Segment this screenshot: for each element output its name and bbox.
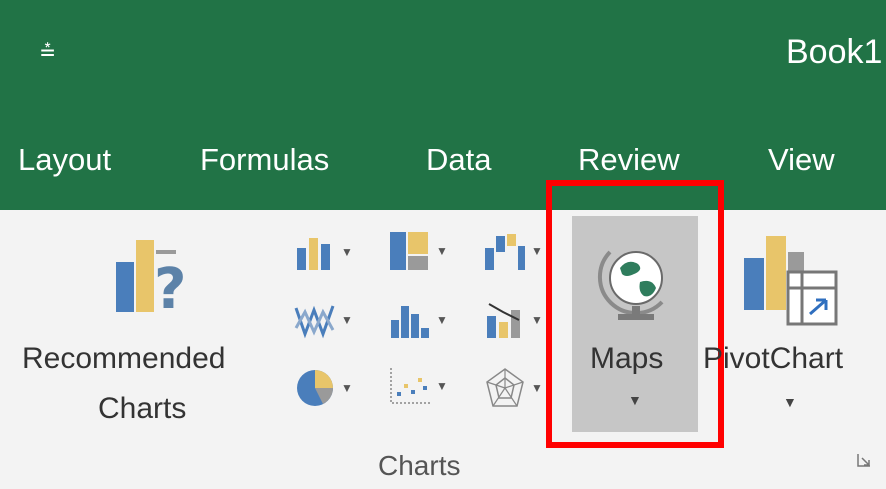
recommended-charts-label-line1: Recommended bbox=[22, 342, 226, 375]
hierarchy-chart-icon bbox=[390, 232, 428, 270]
insert-radar-chart-button[interactable]: ▼ bbox=[483, 366, 543, 410]
chevron-down-icon: ▼ bbox=[531, 313, 543, 327]
window-title: Book1 bbox=[786, 33, 883, 71]
title-bar bbox=[0, 0, 886, 118]
dialog-launcher-icon[interactable] bbox=[856, 452, 872, 468]
svg-text:?: ? bbox=[154, 257, 186, 316]
radar-chart-icon bbox=[486, 368, 524, 407]
chevron-down-icon: ▼ bbox=[436, 379, 448, 393]
insert-column-chart-button[interactable]: ▼ bbox=[293, 232, 353, 272]
pie-chart-icon bbox=[297, 370, 333, 406]
column-chart-icon bbox=[297, 238, 330, 270]
recommended-charts-icon: ? bbox=[116, 240, 186, 316]
chevron-down-icon: ▼ bbox=[436, 313, 448, 327]
tab-data[interactable]: Data bbox=[426, 140, 491, 180]
chevron-down-icon: ▼ bbox=[783, 394, 797, 410]
pivotchart-label: PivotChart bbox=[703, 342, 844, 375]
customize-quick-access-toolbar-button[interactable]: ⩮ bbox=[40, 35, 55, 65]
tab-formulas[interactable]: Formulas bbox=[200, 140, 329, 180]
chevron-down-icon: ▼ bbox=[341, 381, 353, 395]
recommended-charts-label-line2: Charts bbox=[98, 392, 187, 425]
chevron-down-icon: ▼ bbox=[341, 245, 353, 259]
insert-hierarchy-chart-button[interactable]: ▼ bbox=[388, 230, 448, 272]
tab-layout[interactable]: Layout bbox=[18, 140, 111, 180]
waterfall-chart-icon bbox=[485, 234, 525, 270]
insert-pie-chart-button[interactable]: ▼ bbox=[293, 366, 353, 410]
chevron-down-icon: ▼ bbox=[436, 244, 448, 258]
highlight-box bbox=[546, 180, 724, 448]
chevron-down-icon: ▼ bbox=[531, 381, 543, 395]
combo-chart-icon bbox=[487, 303, 520, 338]
insert-waterfall-chart-button[interactable]: ▼ bbox=[483, 230, 543, 272]
tab-review[interactable]: Review bbox=[578, 140, 680, 180]
chevron-down-icon: ▼ bbox=[341, 313, 353, 327]
insert-scatter-chart-button[interactable]: ▼ bbox=[388, 366, 448, 406]
pivotchart-icon bbox=[744, 236, 838, 326]
insert-statistic-chart-button[interactable]: ▼ bbox=[388, 300, 448, 340]
line-chart-icon bbox=[294, 305, 335, 339]
scatter-chart-icon bbox=[390, 368, 430, 404]
histogram-chart-icon bbox=[391, 306, 429, 338]
chevron-down-icon: ▼ bbox=[531, 244, 543, 258]
charts-group-label: Charts bbox=[378, 450, 461, 481]
tab-view[interactable]: View bbox=[768, 140, 835, 180]
insert-combo-chart-button[interactable]: ▼ bbox=[483, 300, 543, 340]
insert-line-chart-button[interactable]: ▼ bbox=[293, 300, 353, 340]
